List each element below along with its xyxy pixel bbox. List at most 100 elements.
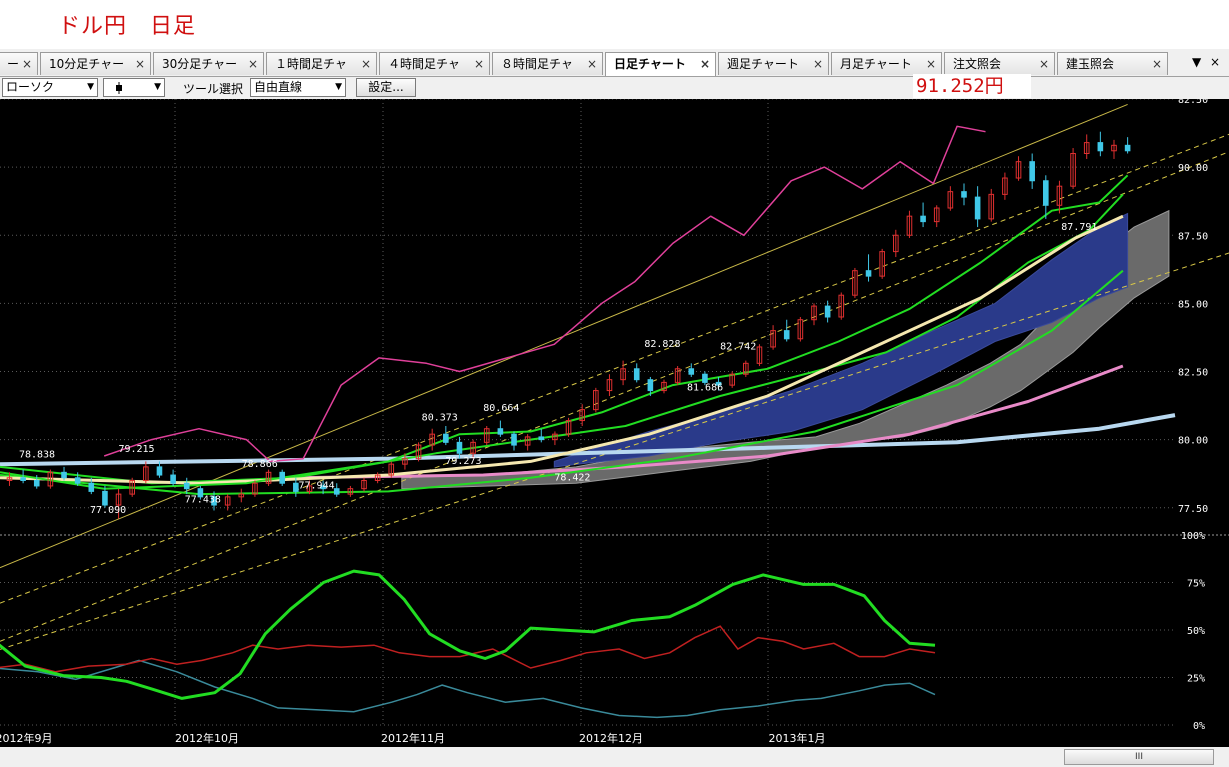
candle: [893, 229, 899, 258]
chart-type-select[interactable]: ローソク ▼: [2, 78, 98, 97]
tab-monthly-chart[interactable]: 月足チャート ×: [831, 52, 942, 75]
candle: [920, 202, 926, 228]
candle-body: [920, 215, 926, 223]
settings-button[interactable]: 設定...: [356, 78, 416, 97]
candle-body: [1029, 161, 1035, 182]
candle: [511, 431, 517, 451]
horizontal-scrollbar[interactable]: III: [1064, 749, 1214, 765]
candle: [770, 325, 776, 350]
candle: [974, 186, 981, 228]
tab-4hour-chart[interactable]: ４時間足チャ ×: [379, 52, 490, 75]
candle: [443, 426, 449, 446]
tab-weekly-chart[interactable]: 週足チャート ×: [718, 52, 829, 75]
tab-daily-chart[interactable]: 日足チャート ×: [605, 52, 716, 76]
candle: [811, 303, 817, 326]
date-tick-label: 2013年1月: [769, 731, 826, 745]
price-label: 81.686: [687, 383, 723, 394]
candle: [238, 488, 245, 503]
price-chart[interactable]: 78.838 79.215 77.090 78.866 77.438 77.944 80.3…: [0, 99, 1229, 747]
tab-position-inquiry[interactable]: 建玉照会 ×: [1057, 52, 1168, 75]
tab-label: １時間足チャ: [275, 57, 347, 71]
chevron-down-icon: ▼: [87, 82, 94, 92]
close-icon[interactable]: ×: [22, 53, 32, 75]
candle-body: [74, 477, 81, 484]
tab-30min-chart[interactable]: 30分足チャー ×: [153, 52, 264, 75]
candle-body: [293, 482, 299, 492]
date-tick-label: 2012年10月: [175, 731, 239, 745]
candle: [865, 254, 872, 282]
tab-label: 10分足チャー: [49, 57, 125, 71]
candle-body: [511, 433, 517, 446]
close-icon[interactable]: ×: [135, 53, 145, 75]
candle: [933, 205, 940, 228]
candle: [852, 267, 858, 298]
candlestick-icon: [116, 82, 122, 94]
close-icon[interactable]: ×: [587, 53, 597, 75]
close-icon[interactable]: ×: [474, 53, 484, 75]
candle: [606, 374, 613, 397]
chart-type-value: ローソク: [6, 80, 55, 94]
tab-8hour-chart[interactable]: ８時間足チャ ×: [492, 52, 603, 75]
tab-partial[interactable]: ー ×: [0, 52, 38, 75]
candle-body: [456, 441, 463, 454]
candle-body: [170, 474, 176, 484]
candle: [593, 387, 599, 413]
close-icon[interactable]: ×: [700, 53, 710, 75]
candle: [333, 483, 340, 497]
candle: [947, 186, 954, 211]
close-icon[interactable]: ×: [1039, 53, 1049, 75]
candle: [565, 417, 572, 437]
candle-body: [647, 379, 654, 392]
candle: [988, 188, 995, 222]
price-label: 80.664: [483, 403, 519, 414]
candle: [252, 480, 258, 497]
candle-body: [961, 191, 967, 198]
candle-body: [443, 433, 449, 443]
tab-label: 週足チャート: [727, 57, 799, 71]
tab-10min-chart[interactable]: 10分足チャー ×: [40, 52, 151, 75]
tab-menu-icon[interactable]: ▼: [1192, 55, 1201, 69]
osc-teal-line: [0, 659, 936, 719]
tab-order-inquiry[interactable]: 注文照会 ×: [944, 52, 1055, 75]
price-tick-label: 77.50: [1178, 504, 1208, 515]
osc-red-line: [0, 625, 936, 673]
candle-body: [1097, 142, 1104, 152]
candle: [906, 210, 913, 238]
candle-style-select[interactable]: ▼: [103, 78, 165, 97]
price-label: 87.791: [1061, 222, 1097, 233]
close-icon[interactable]: ×: [361, 53, 371, 75]
candle-body: [633, 368, 640, 381]
candle-body: [1043, 180, 1049, 206]
close-icon[interactable]: ×: [248, 53, 258, 75]
candle: [1111, 139, 1117, 159]
candle: [729, 371, 735, 388]
candle-body: [702, 373, 708, 383]
candle: [797, 317, 804, 342]
close-all-icon[interactable]: ×: [1210, 55, 1220, 69]
candle: [224, 494, 231, 511]
candle: [143, 461, 149, 484]
candle: [388, 461, 395, 478]
candle-body: [61, 471, 67, 479]
candle: [483, 426, 490, 446]
tab-label: 30分足チャー: [162, 57, 238, 71]
close-icon[interactable]: ×: [813, 53, 823, 75]
tab-label: 注文照会: [953, 57, 1002, 71]
tab-label: 建玉照会: [1066, 57, 1115, 71]
tab-label: ー: [7, 57, 20, 71]
candle: [1124, 137, 1131, 154]
candle-body: [783, 330, 790, 340]
close-icon[interactable]: ×: [926, 53, 936, 75]
candle-body: [865, 270, 872, 277]
chart-footer: III: [0, 747, 1229, 767]
candle-body: [688, 368, 695, 375]
price-label: 78.838: [19, 449, 55, 460]
osc-tick-label: 75%: [1187, 579, 1205, 590]
osc-tick-label: 50%: [1187, 626, 1205, 637]
candle: [497, 420, 504, 437]
drawing-tool-select[interactable]: 自由直線 ▼: [250, 78, 346, 97]
close-icon[interactable]: ×: [1152, 53, 1162, 75]
candle: [633, 363, 640, 383]
tab-label: 月足チャート: [840, 57, 912, 71]
tab-1hour-chart[interactable]: １時間足チャ ×: [266, 52, 377, 75]
